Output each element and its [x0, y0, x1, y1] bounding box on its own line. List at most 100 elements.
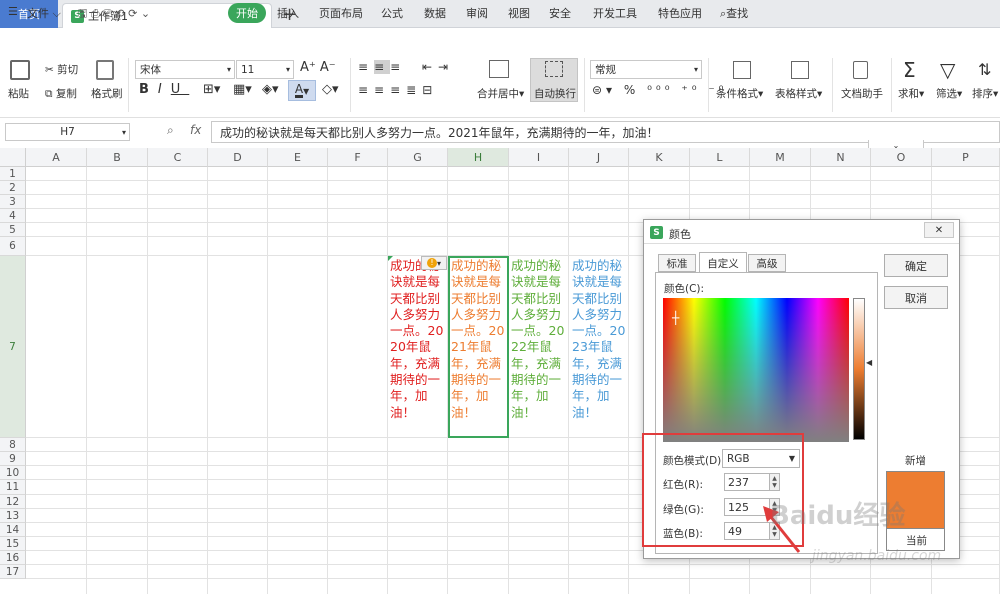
cell-g7[interactable]: 成功的秘诀就是每天都比别人多努力一点。2020年鼠年，充满期待的一年，加油！	[390, 258, 448, 421]
table-style-button[interactable]: 表格样式▾	[775, 86, 822, 101]
column-header-n[interactable]: N	[811, 148, 871, 167]
brush-icon[interactable]	[96, 60, 114, 80]
error-warning-button[interactable]: ! ▾	[421, 256, 447, 270]
font-color-button[interactable]: A ▾	[288, 80, 316, 101]
zoom-icon[interactable]: ⌕	[167, 123, 174, 138]
menu-special[interactable]: 特色应用	[658, 5, 702, 21]
column-header-o[interactable]: O	[871, 148, 932, 167]
doc-helper-button[interactable]: 文档助手	[841, 86, 883, 101]
row-header-13[interactable]: 13	[0, 509, 26, 523]
column-header-j[interactable]: J	[569, 148, 629, 167]
warning-icon: !	[426, 258, 437, 268]
menu-home[interactable]: 开始	[228, 3, 266, 23]
copy-button[interactable]: ⧉ 复制	[45, 86, 77, 101]
font-size-adjust-icons[interactable]: A⁺ A⁻	[300, 60, 336, 75]
column-header-c[interactable]: C	[148, 148, 208, 167]
vertical-align-icons[interactable]: ≡≡≡	[358, 60, 406, 74]
ok-button[interactable]: 确定	[884, 254, 948, 277]
select-all-corner[interactable]	[0, 148, 26, 167]
row-header-10[interactable]: 10	[0, 466, 26, 480]
column-header-i[interactable]: I	[509, 148, 569, 167]
menu-formula[interactable]: 公式	[381, 5, 403, 21]
color-label: 颜色(C):	[664, 283, 705, 295]
menu-page-layout[interactable]: 页面布局	[319, 5, 363, 21]
column-header-a[interactable]: A	[26, 148, 87, 167]
quick-access-icons[interactable]: 🖫 ⎙ ⎚ ⟲ ⟳ ⌄	[78, 5, 150, 24]
row-header-8[interactable]: 8	[0, 438, 26, 452]
doc-helper-icon	[853, 61, 868, 79]
sort-button[interactable]: 排序▾	[972, 86, 998, 101]
menu-developer[interactable]: 开发工具	[593, 5, 637, 21]
row-header-15[interactable]: 15	[0, 537, 26, 551]
horizontal-align-icons[interactable]: ≡≡≡≣⊟	[358, 83, 438, 97]
tab-standard[interactable]: 标准	[658, 254, 696, 272]
row-header-11[interactable]: 11	[0, 480, 26, 495]
row-header-7[interactable]: 7	[0, 256, 26, 438]
grid-column-line	[147, 167, 148, 594]
cell-j7[interactable]: 成功的秘诀就是每天都比别人多努力一点。2023年鼠年，充满期待的一年，加油！	[572, 258, 630, 421]
column-header-k[interactable]: K	[629, 148, 690, 167]
cut-button[interactable]: ✂ 剪切	[45, 62, 78, 77]
menu-review[interactable]: 审阅	[466, 5, 488, 21]
row-header-4[interactable]: 4	[0, 209, 26, 223]
number-format-select[interactable]: 常规 ▾	[590, 60, 702, 79]
row-header-9[interactable]: 9	[0, 452, 26, 466]
luminance-slider[interactable]	[853, 298, 865, 440]
cancel-button[interactable]: 取消	[884, 286, 948, 309]
sum-icon: Σ	[903, 58, 916, 82]
font-size-select[interactable]: 11 ▾	[236, 60, 294, 79]
row-header-16[interactable]: 16	[0, 551, 26, 565]
menu-file[interactable]: 文件 ⌵	[27, 5, 61, 21]
color-spectrum[interactable]	[663, 298, 849, 442]
cell-i7[interactable]: 成功的秘诀就是每天都比别人多努力一点。2022年鼠年，充满期待的一年，加油！	[511, 258, 569, 421]
font-select[interactable]: 宋体 ▾	[135, 60, 235, 79]
menu-search[interactable]: ⌕查找	[720, 5, 748, 21]
tab-custom[interactable]: 自定义	[699, 252, 747, 273]
slider-arrow-icon[interactable]: ◀	[866, 358, 872, 367]
sum-button[interactable]: 求和▾	[898, 86, 924, 101]
column-header-h[interactable]: H	[448, 148, 509, 167]
row-header-17[interactable]: 17	[0, 565, 26, 579]
row-header-5[interactable]: 5	[0, 223, 26, 237]
conditional-format-button[interactable]: 条件格式▾	[716, 86, 763, 101]
menu-data[interactable]: 数据	[424, 5, 446, 21]
column-header-p[interactable]: P	[932, 148, 1000, 167]
paste-icon[interactable]	[10, 60, 30, 80]
row-header-2[interactable]: 2	[0, 181, 26, 195]
format-painter-button[interactable]: 格式刷	[91, 86, 123, 101]
row-header-1[interactable]: 1	[0, 167, 26, 181]
hamburger-icon[interactable]: ☰	[8, 5, 18, 18]
menu-insert[interactable]: 插入	[277, 5, 299, 21]
column-header-f[interactable]: F	[328, 148, 388, 167]
indent-icons[interactable]: ⇤⇥	[422, 60, 454, 74]
font-style-buttons[interactable]: BIU	[139, 82, 189, 97]
tab-advanced[interactable]: 高级	[748, 254, 786, 272]
fx-icon[interactable]: fx	[190, 123, 201, 137]
clear-icon[interactable]: ◇▾	[322, 82, 339, 97]
row-header-12[interactable]: 12	[0, 495, 26, 509]
menu-security[interactable]: 安全	[549, 5, 571, 21]
column-header-m[interactable]: M	[750, 148, 811, 167]
merge-center-button[interactable]: 合并居中▾	[477, 86, 524, 101]
row-header-14[interactable]: 14	[0, 523, 26, 537]
ribbon-divider	[708, 58, 709, 112]
cell-fill-icon[interactable]: ▦▾	[233, 82, 252, 97]
column-header-b[interactable]: B	[87, 148, 148, 167]
menu-view[interactable]: 视图	[508, 5, 530, 21]
grid-column-line	[327, 167, 328, 594]
column-header-e[interactable]: E	[268, 148, 328, 167]
close-icon[interactable]: ✕	[924, 222, 954, 238]
row-header-6[interactable]: 6	[0, 237, 26, 256]
column-header-l[interactable]: L	[690, 148, 750, 167]
filter-button[interactable]: 筛选▾	[936, 86, 962, 101]
merge-icon[interactable]	[489, 60, 509, 78]
ribbon-divider	[350, 58, 351, 112]
row-header-3[interactable]: 3	[0, 195, 26, 209]
column-header-g[interactable]: G	[388, 148, 448, 167]
ribbon-divider	[584, 58, 585, 112]
fill-color-icon[interactable]: ◈▾	[262, 82, 279, 97]
column-header-d[interactable]: D	[208, 148, 268, 167]
border-icon[interactable]: ⊞▾	[203, 82, 220, 97]
name-box[interactable]: H7 ▾	[5, 123, 130, 141]
paste-button[interactable]: 粘贴	[8, 86, 29, 101]
